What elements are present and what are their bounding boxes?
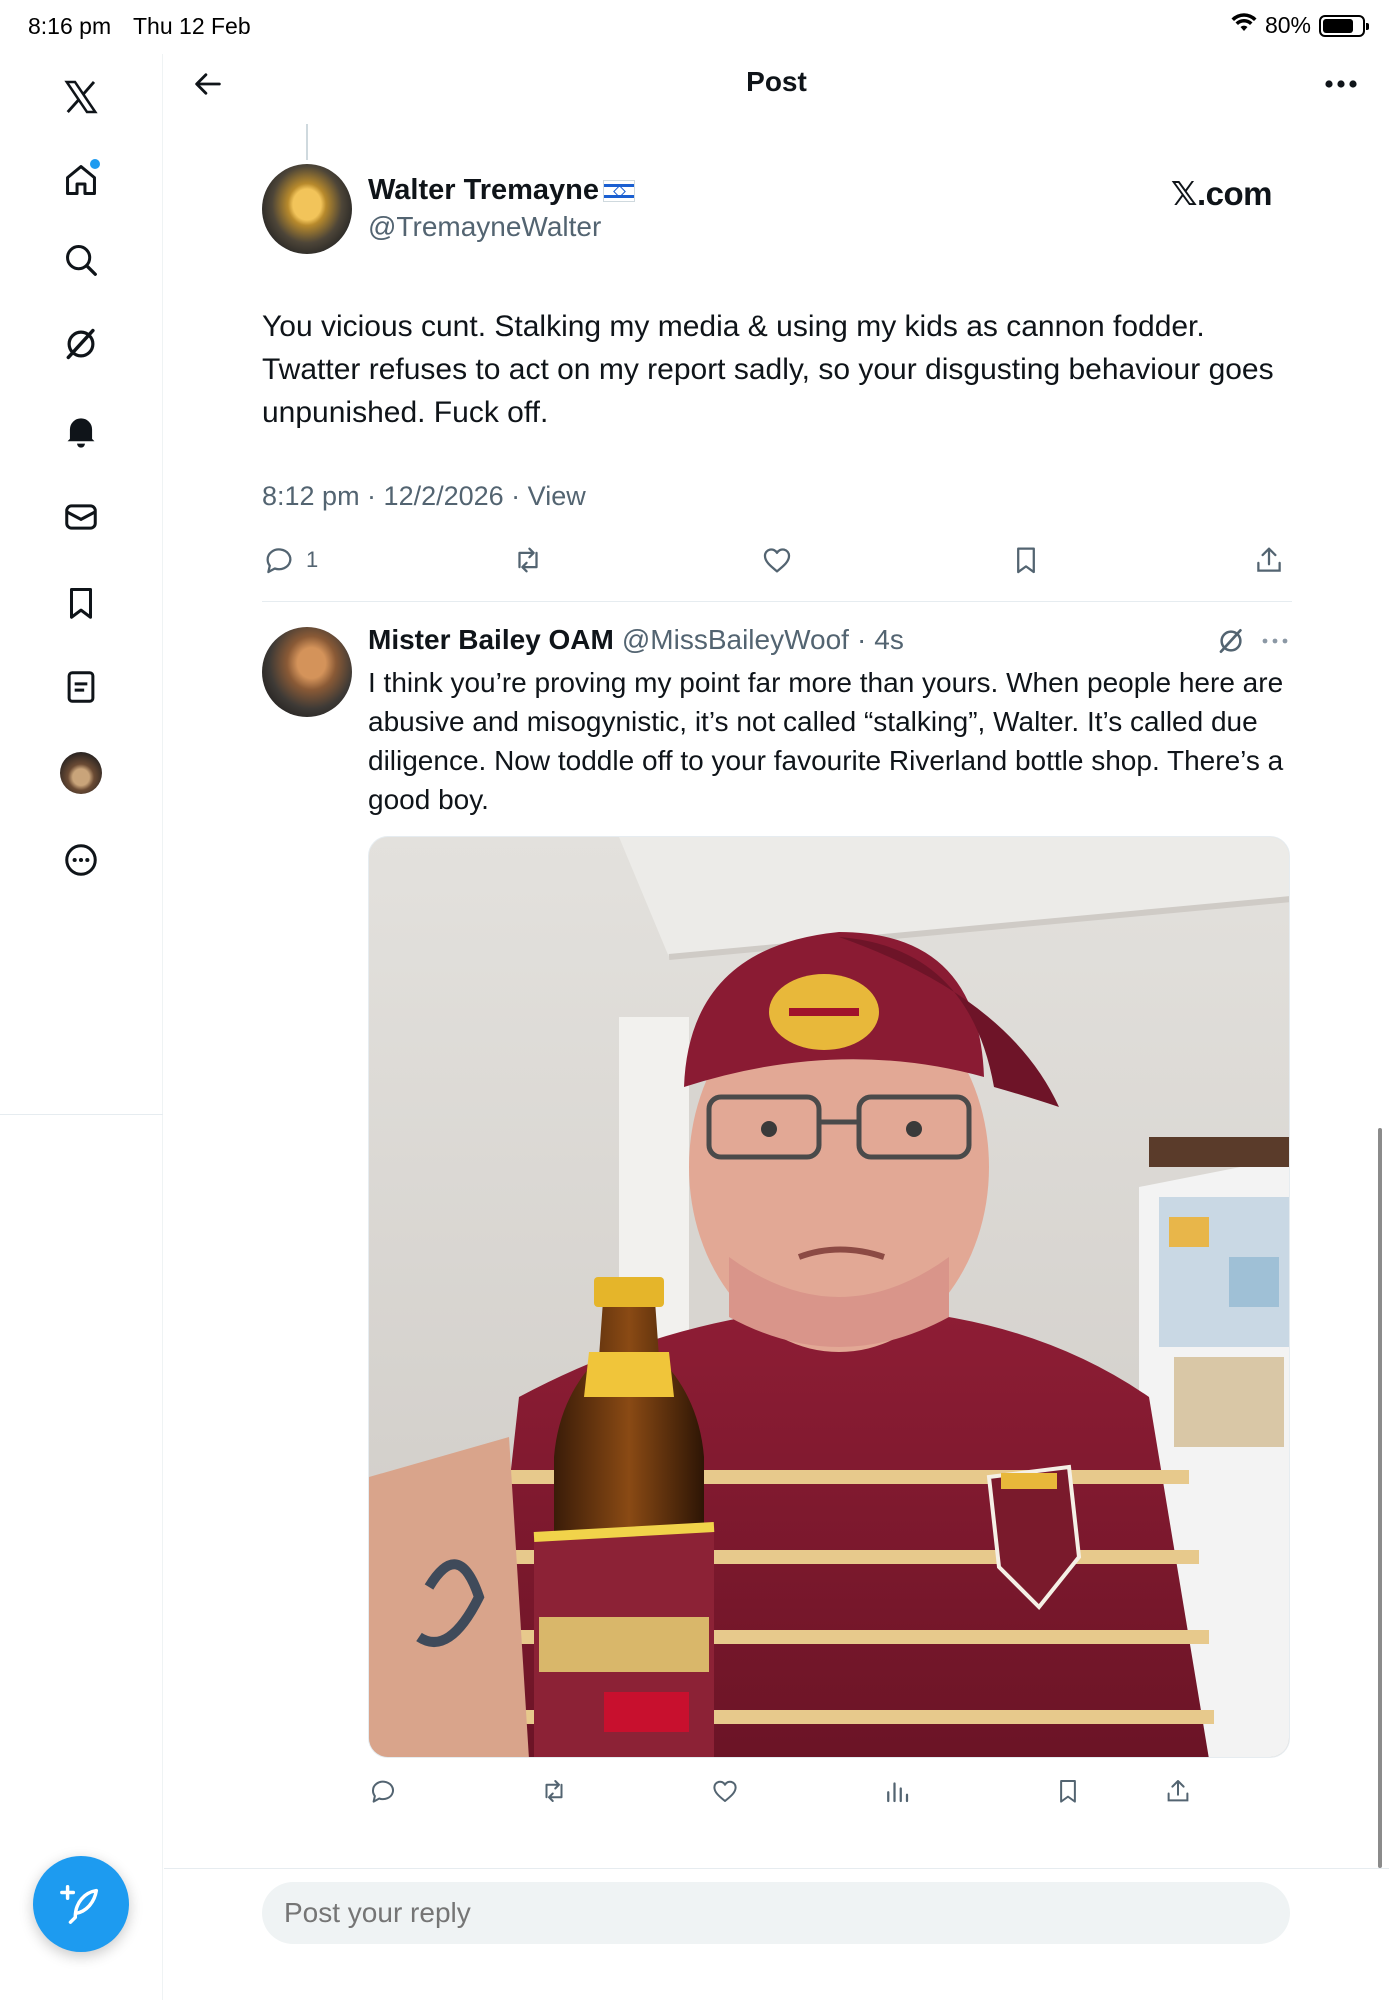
reply-icon (372, 1780, 394, 1803)
repost-icon (518, 547, 538, 573)
repost-icon (545, 1780, 563, 1802)
timestamp-text: 8:12 pm · 12/2/2026 · (262, 481, 528, 511)
bookmark-icon (1060, 1780, 1076, 1803)
author-name-text[interactable]: Walter Tremayne (368, 174, 599, 207)
bookmark-icon[interactable] (54, 576, 108, 630)
views-chart-icon (887, 1782, 909, 1803)
status-indicators: 80% (1231, 12, 1369, 39)
heart-icon (713, 1780, 737, 1802)
repost-button[interactable] (511, 543, 545, 577)
wifi-icon (1231, 12, 1257, 39)
battery-icon (1319, 14, 1369, 37)
bell-icon[interactable] (54, 404, 108, 458)
xcom-badge: 𝕏.com (1170, 175, 1273, 212)
x-logo-icon[interactable] (54, 70, 108, 124)
lists-icon[interactable] (54, 660, 108, 714)
repost-button[interactable] (539, 1776, 569, 1806)
reply-header: Mister Bailey OAM @MissBaileyWoof · 4s (368, 624, 904, 656)
like-button[interactable] (710, 1776, 740, 1806)
reply-text: I think you’re proving my point far more… (368, 667, 1284, 815)
status-bar: 8:16 pm Thu 12 Feb 80% (0, 0, 1389, 54)
avatar (60, 752, 102, 794)
reply-button[interactable] (368, 1776, 398, 1806)
scrollbar[interactable] (1378, 1128, 1382, 1868)
reply-more-button[interactable] (1260, 626, 1290, 656)
home-icon[interactable] (54, 153, 108, 207)
mail-icon[interactable] (54, 490, 108, 544)
sidebar (0, 54, 163, 2000)
share-button[interactable] (1252, 543, 1286, 577)
more-circle-icon[interactable] (54, 833, 108, 887)
compose-post-icon (60, 1885, 99, 1924)
bookmark-icon (1017, 547, 1035, 574)
reply-media-photo[interactable] (368, 836, 1290, 1758)
reply-author-name[interactable]: Mister Bailey OAM (368, 624, 614, 656)
reply-icon (266, 548, 292, 574)
photo-icon (369, 837, 1289, 1757)
reply-input[interactable] (262, 1882, 1290, 1944)
reply-button[interactable]: 1 (262, 543, 318, 577)
compose-post-button[interactable] (33, 1856, 129, 1952)
status-time: 8:16 pm (28, 13, 112, 39)
views-button[interactable] (882, 1776, 912, 1806)
grok-icon[interactable] (54, 317, 108, 371)
status-date: Thu 12 Feb (133, 13, 251, 39)
page-title: Post (746, 66, 807, 97)
battery-percent: 80% (1264, 12, 1311, 38)
more-horizontal-icon (1325, 80, 1357, 88)
battery-level (1323, 18, 1354, 33)
like-button[interactable] (760, 543, 794, 577)
share-button[interactable] (1163, 1776, 1193, 1806)
search-icon[interactable] (54, 233, 108, 287)
reply-count: 1 (306, 547, 319, 572)
more-horizontal-icon (1262, 638, 1288, 644)
author-handle[interactable]: @TremayneWalter (368, 211, 601, 243)
heart-icon (763, 548, 791, 573)
bookmark-button[interactable] (1009, 543, 1043, 577)
sidebar-divider (0, 1114, 163, 1115)
author-name[interactable]: Walter Tremayne (368, 174, 636, 207)
divider (164, 1868, 1389, 1869)
avatar[interactable] (262, 164, 352, 254)
notification-dot (90, 159, 100, 169)
grok-explain-icon[interactable] (1216, 626, 1246, 656)
share-icon (1167, 1780, 1189, 1802)
profile-avatar[interactable] (54, 746, 108, 800)
share-icon (1257, 547, 1281, 572)
divider (262, 601, 1292, 602)
reply-time[interactable]: 4s (874, 624, 904, 656)
thread-line (306, 124, 308, 160)
reply-author-handle[interactable]: @MissBaileyWoof (622, 624, 849, 656)
post-text: You vicious cunt. Stalking my media & us… (262, 310, 1274, 429)
header: Post (164, 54, 1389, 114)
more-options-button[interactable] (1321, 66, 1361, 102)
post-timestamp: 8:12 pm · 12/2/2026 · View (262, 481, 586, 512)
israel-flag-icon (603, 179, 636, 202)
bookmark-button[interactable] (1053, 1776, 1083, 1806)
view-link[interactable]: View (528, 481, 586, 511)
separator-dot: · (856, 624, 867, 655)
avatar[interactable] (262, 627, 352, 717)
